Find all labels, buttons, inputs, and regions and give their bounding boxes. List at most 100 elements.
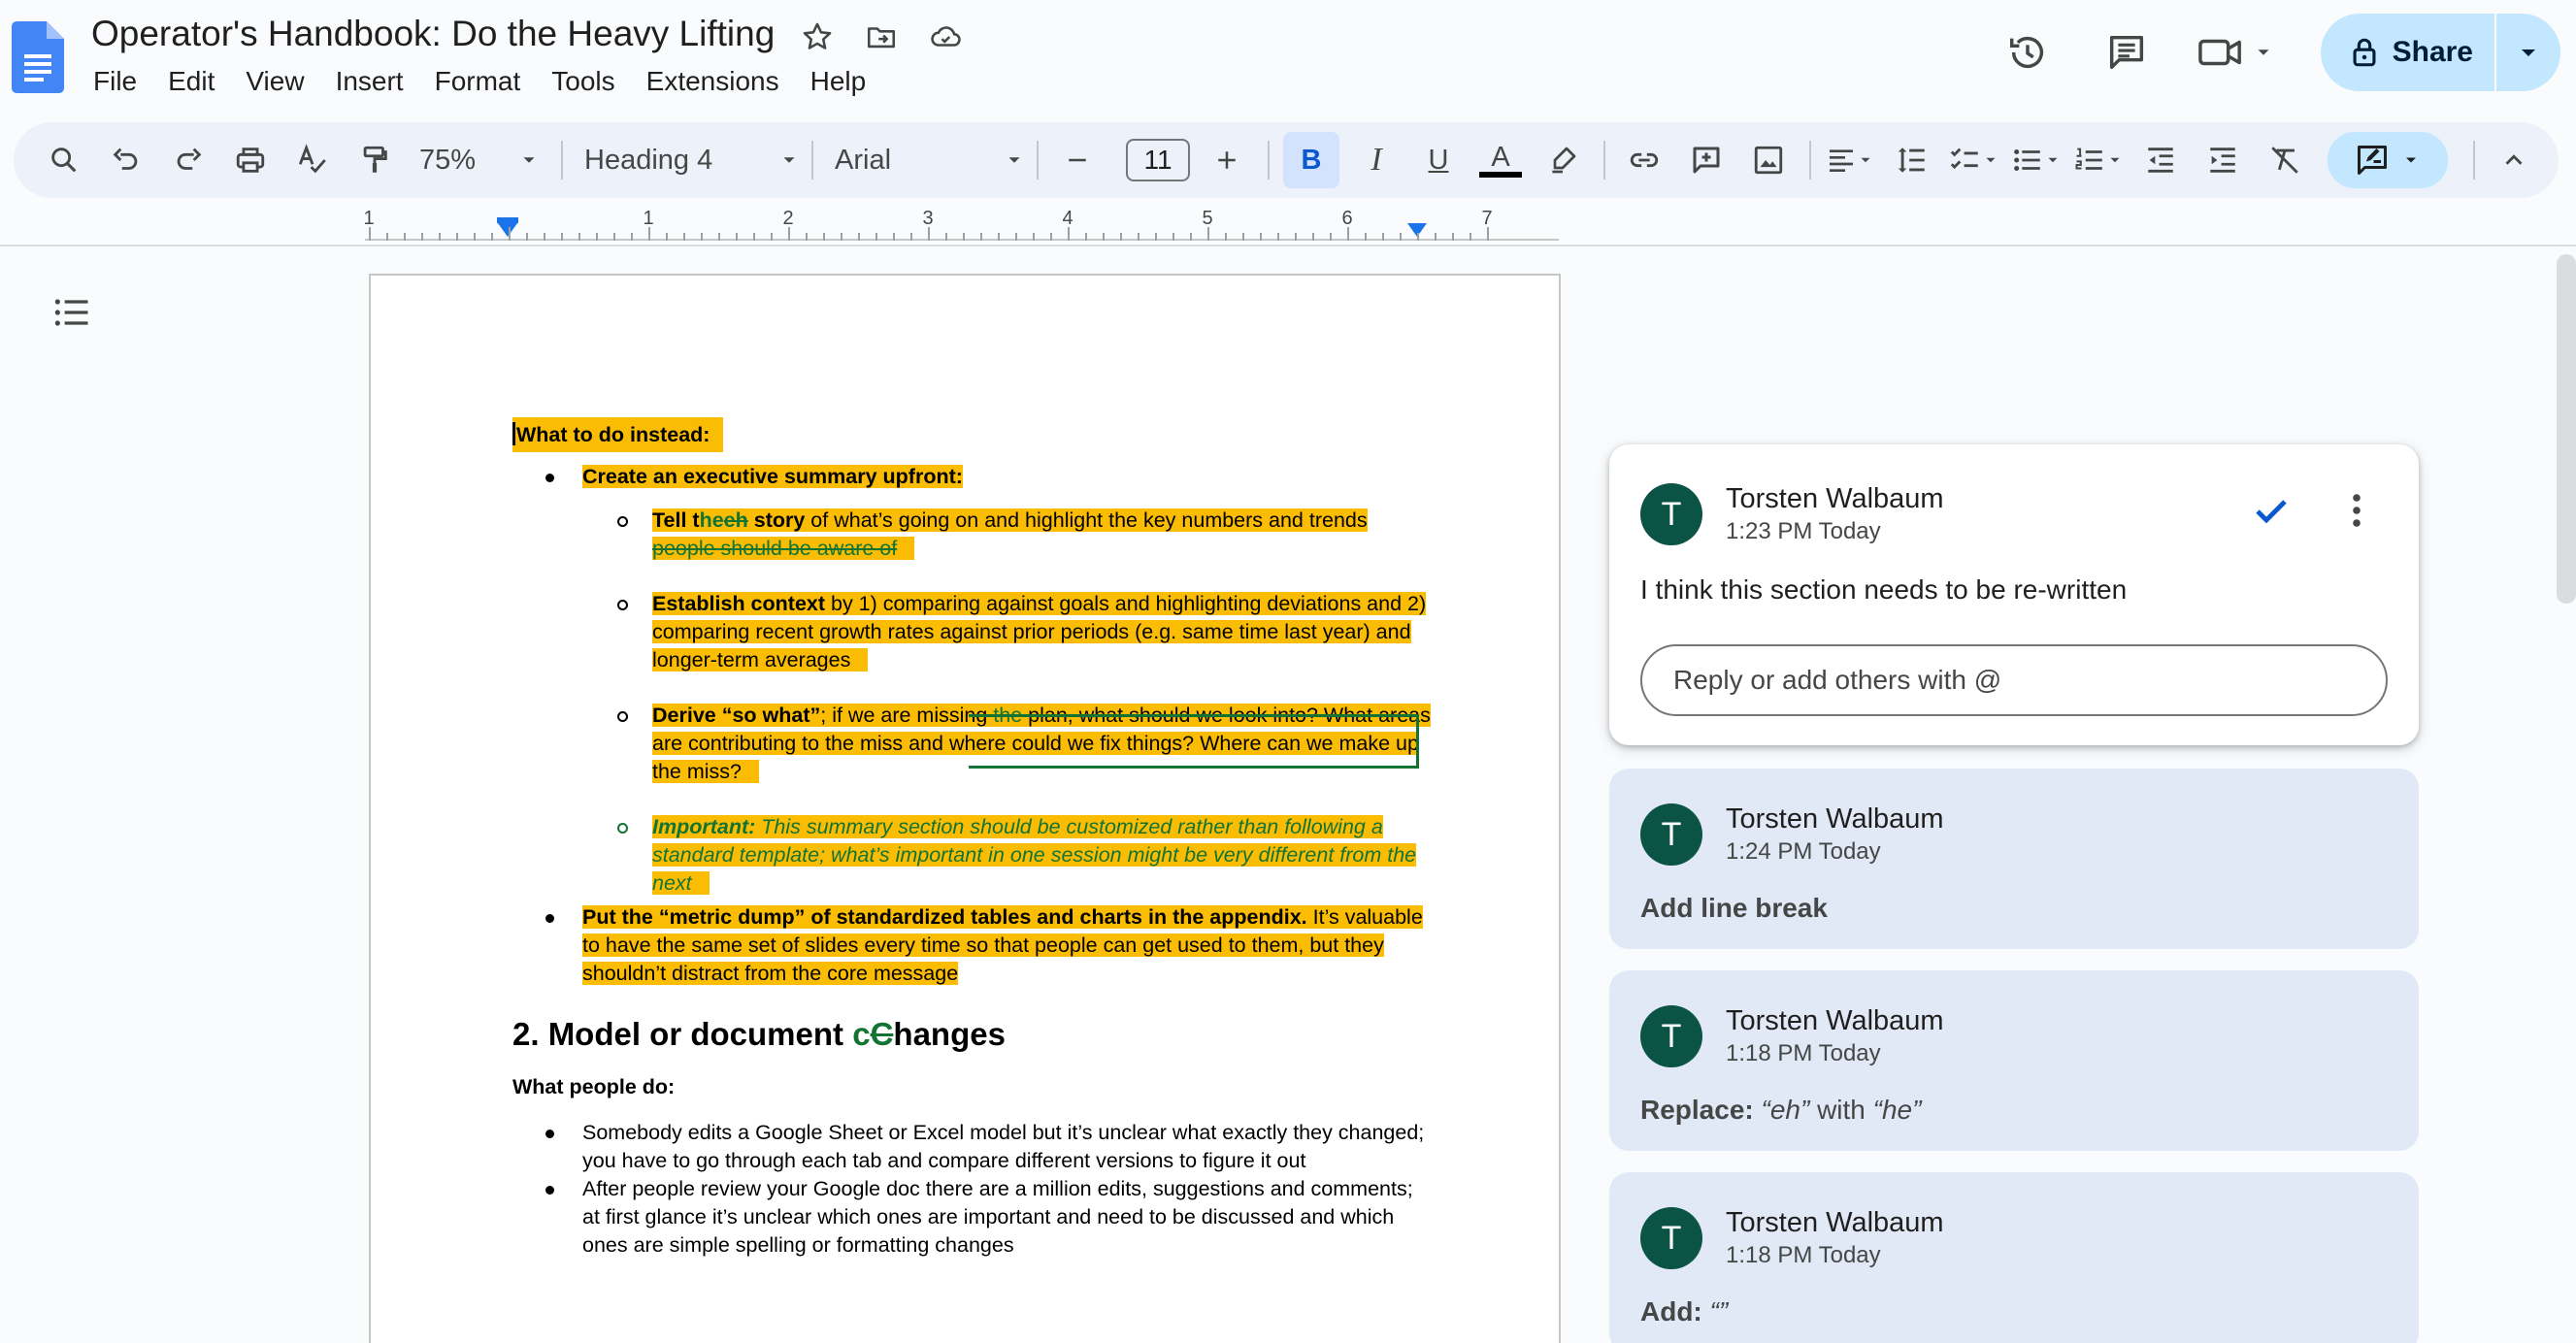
ruler[interactable]: 1 1 2 3 4 5 6 7 — [0, 204, 2576, 245]
share-button[interactable]: Share — [2321, 14, 2494, 91]
document-body[interactable]: What to do instead: Create an executive … — [512, 415, 1435, 1260]
ruler-tick — [1068, 227, 1070, 241]
vertical-scrollbar[interactable] — [2557, 254, 2576, 604]
ruler-tick — [439, 233, 441, 241]
ruler-tick — [474, 233, 476, 241]
suggestion-connector: with — [1809, 1095, 1873, 1125]
insert-image-button[interactable] — [1743, 132, 1794, 188]
suggested-deletion[interactable]: eh — [724, 508, 748, 532]
meet-button[interactable] — [2196, 30, 2274, 75]
hollow-bullet-icon — [617, 516, 628, 527]
suggested-deletion[interactable]: C — [871, 1016, 894, 1052]
minus-icon — [1069, 158, 1086, 162]
comments-icon[interactable] — [2096, 21, 2158, 83]
ruler-tick — [1033, 233, 1035, 241]
editing-mode-button[interactable] — [2328, 132, 2448, 188]
suggestion-card[interactable]: T Torsten Walbaum 1:18 PM Today Add: “” — [1609, 1172, 2419, 1343]
share-options-button[interactable] — [2496, 14, 2560, 91]
menu-extensions[interactable]: Extensions — [631, 64, 795, 99]
decrease-font-size-button[interactable] — [1052, 132, 1103, 188]
version-history-icon[interactable] — [1997, 21, 2059, 83]
comment-card-active[interactable]: T Torsten Walbaum 1:23 PM Today I think … — [1609, 444, 2419, 745]
print-icon — [236, 147, 265, 173]
suggested-insertion[interactable]: c — [852, 1016, 870, 1052]
list-item: Create an executive summary upfront: — [512, 463, 1435, 491]
font-family-select[interactable]: Arial — [827, 145, 1033, 177]
hide-menus-button[interactable] — [2489, 132, 2539, 188]
chevron-up-icon — [2505, 154, 2523, 165]
spellcheck-button[interactable] — [287, 132, 338, 188]
underline-button[interactable]: U — [1413, 132, 1464, 188]
document-page[interactable]: What to do instead: Create an executive … — [369, 274, 1561, 1343]
suggestion-card[interactable]: T Torsten Walbaum 1:18 PM Today Replace:… — [1609, 970, 2419, 1151]
ruler-tick — [753, 233, 755, 241]
font-size-input[interactable]: 11 — [1126, 139, 1190, 181]
list-item-text: Somebody edits a Google Sheet or Excel m… — [582, 1121, 1425, 1172]
numbered-list-button[interactable] — [2073, 132, 2124, 188]
ruler-tick — [648, 227, 650, 241]
undo-button[interactable] — [101, 132, 151, 188]
star-icon[interactable] — [798, 17, 837, 56]
redo-button[interactable] — [163, 132, 214, 188]
ruler-tick — [456, 233, 458, 241]
suggestion-card[interactable]: T Torsten Walbaum 1:24 PM Today Add line… — [1609, 769, 2419, 949]
print-button[interactable] — [225, 132, 276, 188]
insert-link-button[interactable] — [1619, 132, 1669, 188]
ruler-tick — [596, 233, 598, 241]
text-color-button[interactable]: A — [1475, 132, 1526, 188]
checklist-button[interactable] — [1949, 132, 1999, 188]
ruler-tick — [998, 233, 1000, 241]
avatar: T — [1640, 1207, 1702, 1269]
undo-icon — [113, 147, 138, 170]
suggesting-mode-icon — [2358, 146, 2387, 175]
italic-button[interactable]: I — [1351, 132, 1402, 188]
menu-edit[interactable]: Edit — [152, 64, 230, 99]
ruler-tick — [963, 233, 965, 241]
document-outline-button[interactable] — [50, 291, 93, 334]
paragraph-style-select[interactable]: Heading 4 — [577, 145, 808, 177]
zoom-select[interactable]: 75% — [412, 145, 547, 177]
increase-indent-icon — [2210, 147, 2235, 173]
chevron-down-icon — [1008, 157, 1020, 163]
menu-view[interactable]: View — [230, 64, 319, 99]
add-comment-button[interactable] — [1681, 132, 1732, 188]
bold-button[interactable]: B — [1283, 132, 1339, 188]
menu-insert[interactable]: Insert — [320, 64, 419, 99]
more-options-button[interactable] — [2333, 487, 2380, 534]
bulleted-list-button[interactable] — [2011, 132, 2062, 188]
line-spacing-button[interactable] — [1887, 132, 1937, 188]
align-button[interactable] — [1825, 132, 1875, 188]
app-header: Operator's Handbook: Do the Heavy Liftin… — [0, 0, 2576, 118]
menu-file[interactable]: File — [78, 64, 152, 99]
docs-logo-icon[interactable] — [12, 21, 64, 93]
list-item-text: After people review your Google doc ther… — [582, 1177, 1413, 1257]
reply-input[interactable]: Reply or add others with @ — [1640, 644, 2388, 716]
suggested-insertion[interactable]: This summary section should be customize… — [652, 815, 1416, 895]
decrease-indent-button[interactable] — [2135, 132, 2186, 188]
underline-label: U — [1428, 144, 1449, 176]
suggested-insertion[interactable]: he — [700, 508, 724, 532]
image-icon — [1754, 146, 1783, 175]
clear-formatting-button[interactable] — [2260, 132, 2310, 188]
increase-font-size-button[interactable] — [1202, 132, 1252, 188]
menu-format[interactable]: Format — [419, 64, 537, 99]
menu-tools[interactable]: Tools — [536, 64, 630, 99]
search-menus-button[interactable] — [39, 132, 89, 188]
share-label: Share — [2392, 36, 2473, 68]
increase-indent-button[interactable] — [2197, 132, 2248, 188]
ruler-tick — [404, 233, 406, 241]
left-indent-marker[interactable] — [498, 223, 517, 237]
section-heading-text: What to do instead: — [516, 423, 710, 446]
ruler-tick — [1347, 227, 1349, 241]
menu-help[interactable]: Help — [795, 64, 882, 99]
suggested-deletion[interactable]: people should be aware of — [652, 537, 897, 560]
document-title[interactable]: Operator's Handbook: Do the Heavy Liftin… — [91, 14, 775, 54]
ruler-tick — [544, 233, 545, 241]
chevron-down-icon — [2406, 157, 2416, 163]
cloud-saved-icon[interactable] — [926, 17, 965, 56]
paint-format-button[interactable] — [349, 132, 400, 188]
highlight-color-button[interactable] — [1537, 132, 1588, 188]
resolve-button[interactable] — [2248, 487, 2295, 534]
bold-text[interactable]: Important: — [652, 815, 755, 838]
move-to-folder-icon[interactable] — [862, 17, 901, 56]
